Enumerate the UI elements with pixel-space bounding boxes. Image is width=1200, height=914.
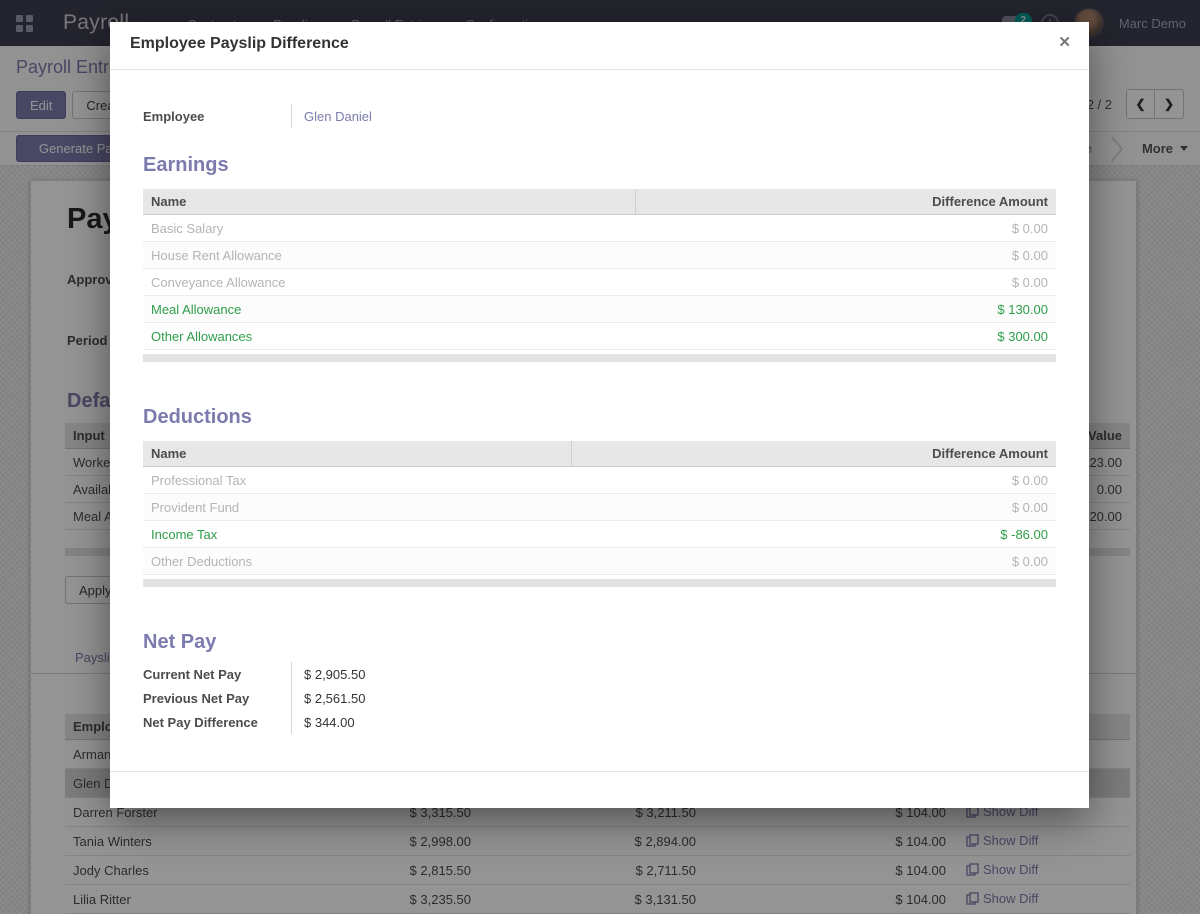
table-row: Conveyance Allowance $ 0.00 — [143, 269, 1056, 296]
table-row: Other Deductions $ 0.00 — [143, 548, 1056, 575]
employee-field-row: Employee Glen Daniel — [143, 104, 1056, 128]
net-pay-value: $ 344.00 — [291, 710, 355, 734]
net-pay-row: Net Pay Difference $ 344.00 — [143, 710, 1056, 734]
table-footer-strip — [143, 354, 1056, 362]
net-pay-block: Current Net Pay $ 2,905.50 Previous Net … — [143, 662, 1056, 734]
net-pay-label: Current Net Pay — [143, 667, 291, 682]
difference-amount: $ -86.00 — [572, 527, 1056, 542]
net-pay-row: Previous Net Pay $ 2,561.50 — [143, 686, 1056, 710]
table-row: Provident Fund $ 0.00 — [143, 494, 1056, 521]
employee-field-label: Employee — [143, 109, 291, 124]
page: Payroll Contracts Payslips Payroll Entri… — [0, 0, 1200, 914]
rule-name: Provident Fund — [143, 500, 572, 515]
difference-amount: $ 130.00 — [636, 302, 1056, 317]
table-row: Basic Salary $ 0.00 — [143, 215, 1056, 242]
rule-name: Conveyance Allowance — [143, 275, 636, 290]
difference-amount: $ 0.00 — [636, 221, 1056, 236]
rule-name: Income Tax — [143, 527, 572, 542]
net-pay-label: Net Pay Difference — [143, 715, 291, 730]
difference-amount: $ 0.00 — [572, 554, 1056, 569]
difference-amount: $ 300.00 — [636, 329, 1056, 344]
rule-name: House Rent Allowance — [143, 248, 636, 263]
difference-amount: $ 0.00 — [572, 473, 1056, 488]
payslip-difference-modal: Employee Payslip Difference ✕ Employee G… — [110, 22, 1089, 808]
employee-field-value: Glen Daniel — [291, 104, 372, 128]
table-row: Meal Allowance $ 130.00 — [143, 296, 1056, 323]
net-pay-heading: Net Pay — [143, 631, 1056, 654]
modal-body: Employee Glen Daniel Earnings Name Diffe… — [110, 70, 1089, 734]
table-row: Income Tax $ -86.00 — [143, 521, 1056, 548]
table-row: Professional Tax $ 0.00 — [143, 467, 1056, 494]
earnings-table-header: Name Difference Amount — [143, 189, 1056, 215]
deductions-table-header: Name Difference Amount — [143, 441, 1056, 467]
net-pay-row: Current Net Pay $ 2,905.50 — [143, 662, 1056, 686]
difference-amount: $ 0.00 — [636, 275, 1056, 290]
deductions-heading: Deductions — [143, 406, 1056, 429]
earnings-table: Name Difference Amount Basic Salary $ 0.… — [143, 189, 1056, 362]
table-row: Other Allowances $ 300.00 — [143, 323, 1056, 350]
net-pay-value: $ 2,561.50 — [291, 686, 365, 710]
modal-title: Employee Payslip Difference — [130, 35, 1069, 53]
modal-footer — [110, 771, 1089, 808]
column-header-name[interactable]: Name — [143, 441, 572, 466]
employee-link[interactable]: Glen Daniel — [304, 109, 372, 124]
column-header-name[interactable]: Name — [143, 189, 636, 214]
difference-amount: $ 0.00 — [636, 248, 1056, 263]
earnings-heading: Earnings — [143, 154, 1056, 177]
difference-amount: $ 0.00 — [572, 500, 1056, 515]
rule-name: Other Allowances — [143, 329, 636, 344]
rule-name: Other Deductions — [143, 554, 572, 569]
rule-name: Basic Salary — [143, 221, 636, 236]
table-row: House Rent Allowance $ 0.00 — [143, 242, 1056, 269]
column-header-difference-amount[interactable]: Difference Amount — [572, 446, 1056, 461]
net-pay-value: $ 2,905.50 — [291, 662, 365, 686]
net-pay-label: Previous Net Pay — [143, 691, 291, 706]
modal-header: Employee Payslip Difference ✕ — [110, 22, 1089, 70]
rule-name: Meal Allowance — [143, 302, 636, 317]
table-footer-strip — [143, 579, 1056, 587]
column-header-difference-amount[interactable]: Difference Amount — [636, 194, 1056, 209]
close-icon[interactable]: ✕ — [1058, 33, 1071, 51]
rule-name: Professional Tax — [143, 473, 572, 488]
deductions-table: Name Difference Amount Professional Tax … — [143, 441, 1056, 587]
